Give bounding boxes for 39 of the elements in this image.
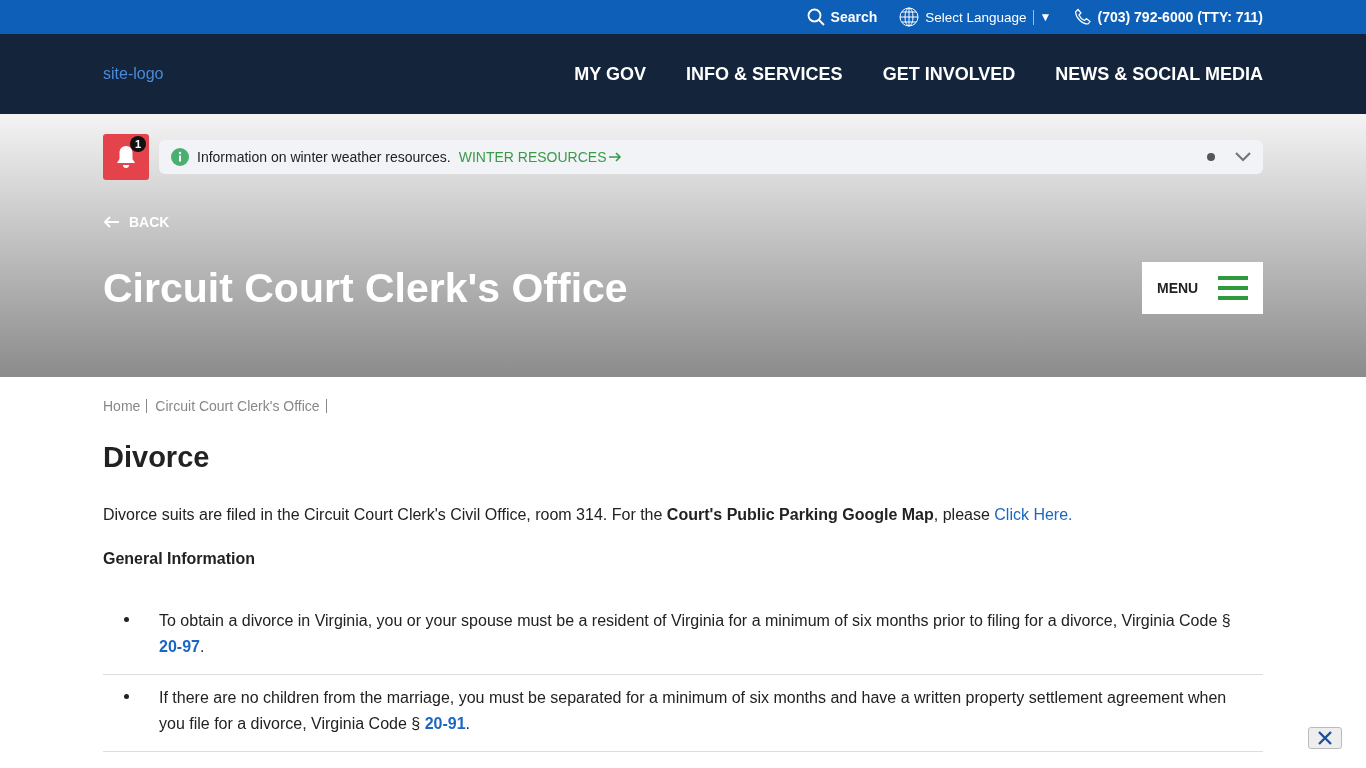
nav-link[interactable]: MY GOV — [574, 63, 646, 85]
phone-link[interactable]: (703) 792-6000 (TTY: 711) — [1073, 8, 1263, 26]
search-link[interactable]: Search — [806, 8, 878, 26]
carousel-dot-icon[interactable] — [1207, 153, 1215, 161]
breadcrumb-link[interactable]: Home — [103, 399, 148, 413]
nav-link[interactable]: INFO & SERVICES — [685, 63, 843, 85]
alert-message: Information on winter weather resources. — [197, 149, 451, 165]
close-button[interactable] — [1308, 727, 1342, 749]
intro-paragraph: Divorce suits are filed in the Circuit Court Clerk's Civil Office, room 314. For the Court's Public Parking Google Map, please Click Here. — [103, 506, 1074, 524]
menu-icon — [1218, 276, 1248, 300]
language-select[interactable]: Select Language — [925, 9, 1034, 25]
site-logo[interactable]: site-logo — [103, 65, 164, 83]
bell-icon — [115, 144, 137, 170]
search-icon — [806, 8, 825, 26]
alert-bell-button[interactable]: 1 — [103, 134, 149, 180]
phone-icon — [1073, 8, 1092, 26]
breadcrumb-link[interactable]: Circuit Court Clerk's Office — [155, 399, 327, 413]
section-heading: Divorce — [103, 441, 211, 474]
bullet-icon — [124, 694, 129, 699]
list-item-text: If there are no children from the marriage, you must be separated for a minimum of six months and have a written property settlement agreement when you file for a divorce, Virginia Code § 20-91. — [159, 688, 1228, 734]
globe-icon — [899, 7, 920, 27]
info-icon — [171, 148, 189, 166]
winter-resources-link[interactable]: WINTER RESOURCES — [458, 149, 623, 165]
code-link[interactable]: 20-91 — [424, 715, 466, 732]
click-here-link[interactable]: Click Here. — [994, 506, 1073, 523]
arrow-right-icon — [609, 152, 623, 162]
notification-badge: 1 — [130, 136, 146, 152]
page-title: Circuit Court Clerk's Office — [103, 264, 628, 312]
list-item-text: To obtain a divorce in Virginia, you or your spouse must be a resident of Virginia for a minimum of six months prior to filing for a divorce, Virginia Code § 20-97. — [159, 611, 1232, 657]
menu-button[interactable]: MENU — [1142, 262, 1263, 314]
nav-link[interactable]: GET INVOLVED — [882, 63, 1016, 85]
chevron-down-icon[interactable] — [1235, 152, 1251, 162]
nav-link[interactable]: NEWS & SOCIAL MEDIA — [1055, 63, 1263, 85]
code-link[interactable]: 20-97 — [159, 638, 200, 655]
arrow-left-icon — [103, 216, 119, 228]
close-icon — [1318, 731, 1332, 745]
bullet-icon — [124, 617, 129, 622]
caret-icon[interactable]: ▼ — [1039, 10, 1052, 24]
subheading: General Information — [103, 550, 257, 568]
